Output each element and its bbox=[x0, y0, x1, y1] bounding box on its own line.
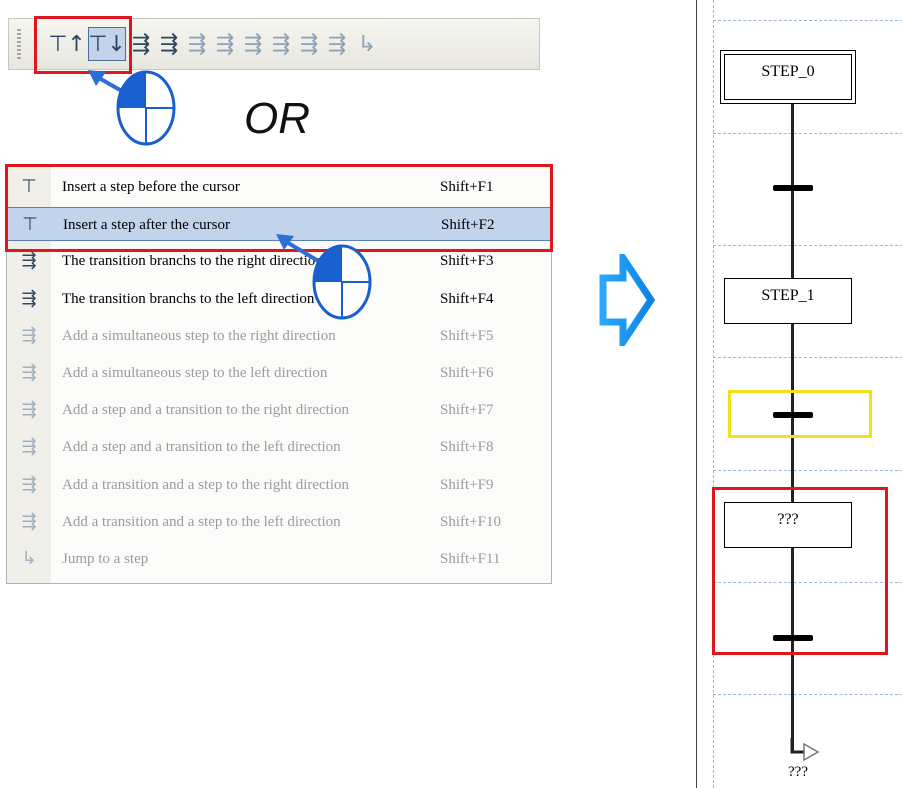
grid-row-line bbox=[713, 20, 902, 21]
simultaneous-step-right-icon[interactable]: ⇶ bbox=[183, 27, 211, 61]
step-label: STEP_1 bbox=[761, 287, 815, 304]
menu-item-shortcut: Shift+F4 bbox=[440, 290, 494, 307]
step-label: STEP_0 bbox=[761, 63, 815, 80]
menu-item[interactable]: ⇶ Add a simultaneous step to the left dir… bbox=[7, 356, 551, 390]
menu-item[interactable]: ⇶ Add a step and a transition to the righ… bbox=[7, 393, 551, 427]
transition-branch-left-icon: ⇶ bbox=[21, 287, 37, 309]
arrow-shape bbox=[599, 254, 655, 346]
menu-item-shortcut: Shift+F9 bbox=[440, 476, 494, 493]
jump-target-label: ??? bbox=[788, 764, 808, 780]
menu-item-label: Add a transition and a step to the right… bbox=[62, 476, 350, 493]
menu-item-label: Add a step and a transition to the right… bbox=[62, 402, 350, 419]
simultaneous-step-left-icon: ⇶ bbox=[21, 362, 37, 383]
grid-vertical-line bbox=[713, 0, 714, 788]
transition-step-left-icon: ⇶ bbox=[21, 510, 37, 532]
mouse-click-pointer-menu bbox=[276, 234, 372, 320]
menu-item-shortcut: Shift+F7 bbox=[440, 402, 494, 419]
transition-branch-right-icon: ⇶ bbox=[21, 250, 37, 272]
menu-item-shortcut: Shift+F5 bbox=[440, 327, 494, 344]
menu-item[interactable]: ⇶ Add a transition and a step to the left… bbox=[7, 505, 551, 539]
grid-row-line bbox=[713, 357, 902, 358]
menu-item[interactable]: ⇶ Add a step and a transition to the left… bbox=[7, 430, 551, 464]
menu-item-shortcut: Shift+F6 bbox=[440, 365, 494, 381]
transition-branch-left-icon[interactable]: ⇶ bbox=[155, 27, 183, 61]
jump-to-step-icon[interactable]: ↳ bbox=[353, 27, 381, 61]
mouse-left-button bbox=[314, 246, 342, 282]
menu-item[interactable]: ↳ Jump to a step Shift+F11 bbox=[7, 542, 551, 576]
toolbar-grip[interactable] bbox=[17, 29, 21, 61]
mouse-click-pointer-toolbar bbox=[88, 70, 176, 146]
menu-item[interactable]: ⇶ Add a transition and a step to the righ… bbox=[7, 468, 551, 502]
grid-row-line bbox=[713, 694, 902, 695]
menu-item-shortcut: Shift+F3 bbox=[440, 253, 494, 270]
menu-item-label: Add a simultaneous step to the right dir… bbox=[62, 327, 336, 344]
pointer-arrowhead bbox=[276, 234, 294, 250]
result-arrow-icon bbox=[599, 254, 655, 346]
menu-item-shortcut: Shift+F10 bbox=[440, 513, 501, 530]
or-label: OR bbox=[244, 94, 310, 143]
menu-item-label: Add a step and a transition to the left … bbox=[62, 439, 341, 456]
step-transition-right-icon[interactable]: ⇶ bbox=[239, 27, 267, 61]
grid-row-line bbox=[713, 245, 902, 246]
step-box-step1[interactable]: STEP_1 bbox=[724, 278, 852, 324]
step-transition-right-icon: ⇶ bbox=[21, 399, 37, 421]
menu-item-shortcut: Shift+F8 bbox=[440, 439, 494, 456]
menu-item-shortcut: Shift+F11 bbox=[440, 551, 501, 567]
jump-to-step-icon: ↳ bbox=[21, 548, 37, 569]
pointer-arrowhead bbox=[88, 70, 106, 86]
jump-line bbox=[790, 738, 804, 754]
transition-step-left-icon[interactable]: ⇶ bbox=[323, 27, 351, 61]
transition-bar[interactable] bbox=[773, 412, 813, 418]
mouse-left-button bbox=[118, 72, 146, 108]
grid-row-line bbox=[713, 470, 902, 471]
step-transition-left-icon: ⇶ bbox=[21, 436, 37, 458]
grid-row-line bbox=[713, 133, 902, 134]
transition-step-right-icon[interactable]: ⇶ bbox=[295, 27, 323, 61]
transition-bar[interactable] bbox=[773, 185, 813, 191]
simultaneous-step-left-icon[interactable]: ⇶ bbox=[211, 27, 239, 61]
transition-bar[interactable] bbox=[773, 635, 813, 641]
step-box-new[interactable]: ??? bbox=[724, 502, 852, 548]
step-transition-left-icon[interactable]: ⇶ bbox=[267, 27, 295, 61]
transition-step-right-icon: ⇶ bbox=[21, 473, 37, 495]
menu-item-label: Add a simultaneous step to the left dire… bbox=[62, 365, 328, 381]
step-box-step0[interactable]: STEP_0 bbox=[724, 54, 852, 100]
menu-item-label: Jump to a step bbox=[62, 551, 149, 567]
jump-arrowhead bbox=[803, 742, 820, 762]
menu-item-label: Add a transition and a step to the left … bbox=[62, 513, 341, 530]
simultaneous-step-right-icon: ⇶ bbox=[21, 324, 37, 346]
step-label: ??? bbox=[777, 511, 799, 528]
